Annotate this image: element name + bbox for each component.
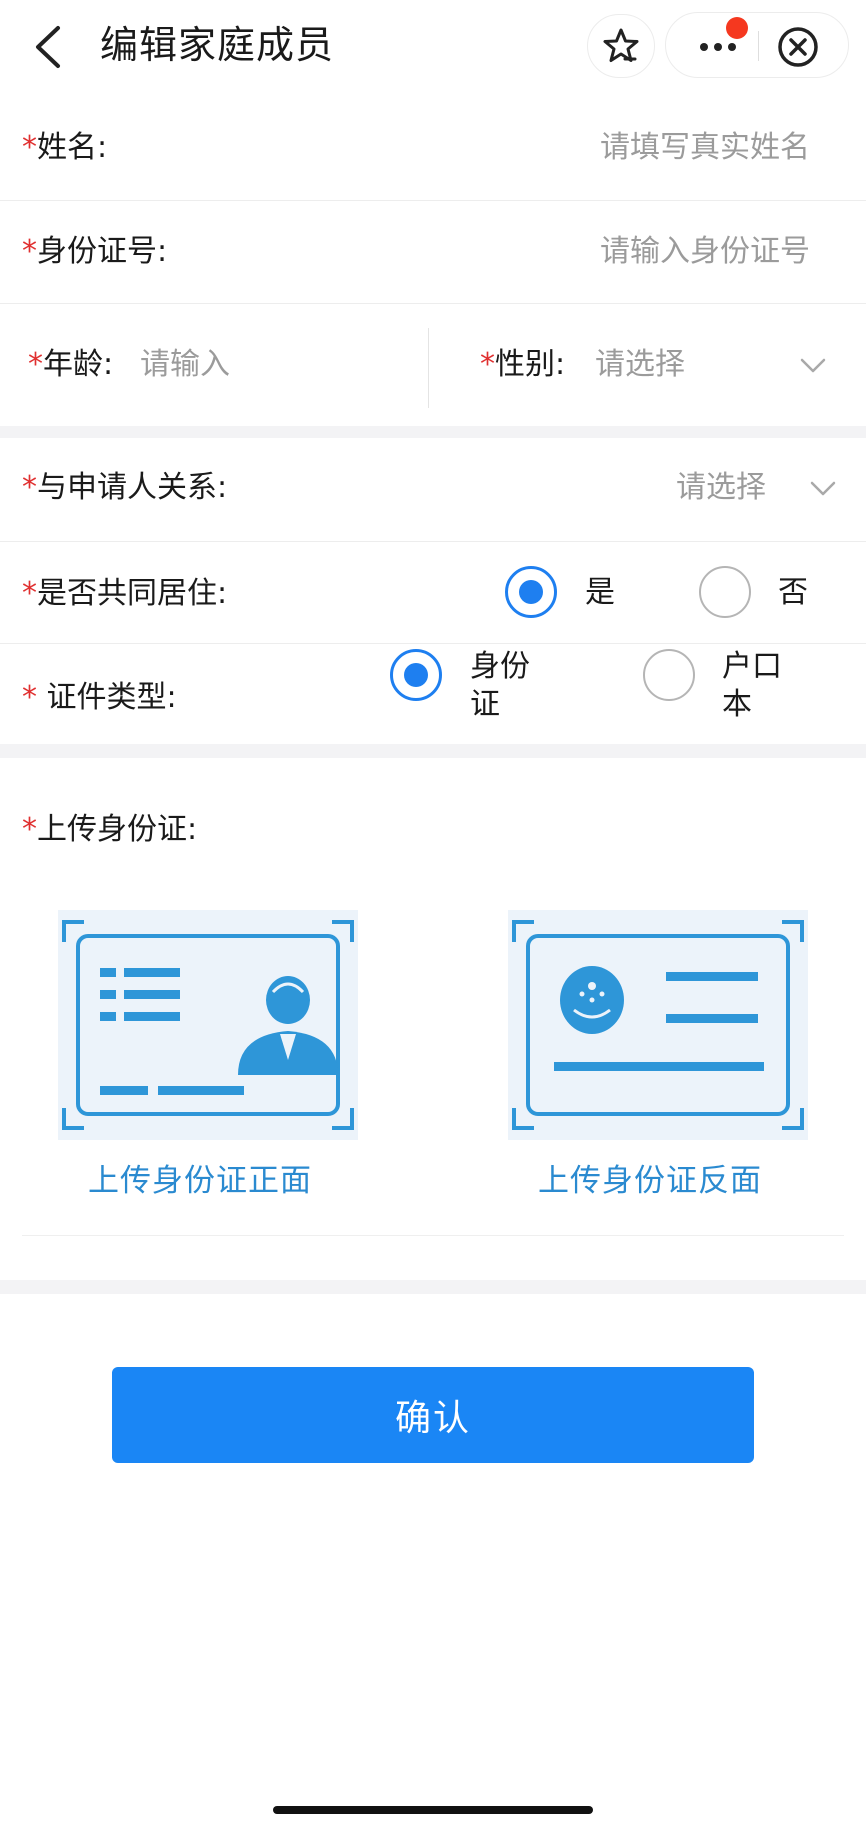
- gender-select[interactable]: 请选择: [595, 345, 685, 385]
- age-input[interactable]: 请输入: [140, 345, 230, 385]
- upload-label: *上传身份证:: [22, 812, 198, 847]
- name-input[interactable]: 请填写真实姓名: [600, 128, 810, 168]
- cert-household-radio[interactable]: [643, 649, 695, 701]
- id-back-upload[interactable]: [508, 910, 808, 1140]
- age-gender-divider: [428, 328, 429, 408]
- cert-household-label[interactable]: 户口 本: [722, 648, 782, 724]
- section-gap: [0, 744, 866, 758]
- capsule-divider: [758, 31, 759, 61]
- cert-type-label: * 证件类型:: [22, 680, 177, 715]
- chevron-down-icon[interactable]: [800, 358, 826, 374]
- cohabit-yes-label[interactable]: 是: [585, 574, 615, 612]
- cert-id-card-label[interactable]: 身份 证: [470, 648, 530, 724]
- confirm-button[interactable]: 确认: [112, 1367, 754, 1463]
- star-icon: [603, 28, 639, 62]
- id-card-front-icon: [62, 920, 354, 1130]
- id-number-row: *身份证号: 请输入身份证号: [0, 201, 866, 304]
- home-indicator: [273, 1806, 593, 1814]
- name-row: *姓名: 请填写真实姓名: [0, 95, 866, 201]
- page-title: 编辑家庭成员: [100, 23, 335, 67]
- mini-program-capsule: [665, 12, 849, 78]
- notification-dot: [726, 17, 748, 39]
- id-front-caption[interactable]: 上传身份证正面: [88, 1161, 312, 1201]
- id-card-back-icon: [512, 920, 804, 1130]
- cohabit-no-radio[interactable]: [699, 566, 751, 618]
- chevron-left-icon[interactable]: [30, 24, 70, 70]
- favorite-button[interactable]: [587, 14, 655, 78]
- cohabit-row: *是否共同居住: 是 否: [0, 542, 866, 644]
- cert-type-row: * 证件类型: 身份 证 户口 本: [0, 644, 866, 744]
- age-gender-row: *年龄: 请输入 *性别: 请选择: [0, 304, 866, 426]
- close-circle-icon[interactable]: [776, 25, 820, 69]
- chevron-down-icon[interactable]: [810, 481, 836, 497]
- id-number-label: *身份证号:: [22, 234, 168, 269]
- relation-select[interactable]: 请选择: [676, 468, 766, 508]
- upload-divider: [22, 1235, 844, 1236]
- cohabit-no-label[interactable]: 否: [778, 574, 808, 612]
- nav-header: 编辑家庭成员: [0, 0, 866, 95]
- relation-label: *与申请人关系:: [22, 470, 228, 505]
- name-label: *姓名:: [22, 130, 108, 165]
- id-number-input[interactable]: 请输入身份证号: [600, 232, 810, 272]
- cohabit-label: *是否共同居住:: [22, 576, 228, 611]
- section-gap: [0, 1280, 866, 1294]
- upload-section: *上传身份证: 上传身份证正面 上传身份证反面: [0, 758, 866, 1280]
- cohabit-yes-radio[interactable]: [505, 566, 557, 618]
- id-front-upload[interactable]: [58, 910, 358, 1140]
- id-back-caption[interactable]: 上传身份证反面: [538, 1161, 762, 1201]
- cert-id-card-radio[interactable]: [390, 649, 442, 701]
- gender-label: *性别:: [480, 347, 566, 382]
- section-gap: [0, 426, 866, 438]
- relation-row: *与申请人关系: 请选择: [0, 438, 866, 542]
- age-label: *年龄:: [28, 347, 114, 382]
